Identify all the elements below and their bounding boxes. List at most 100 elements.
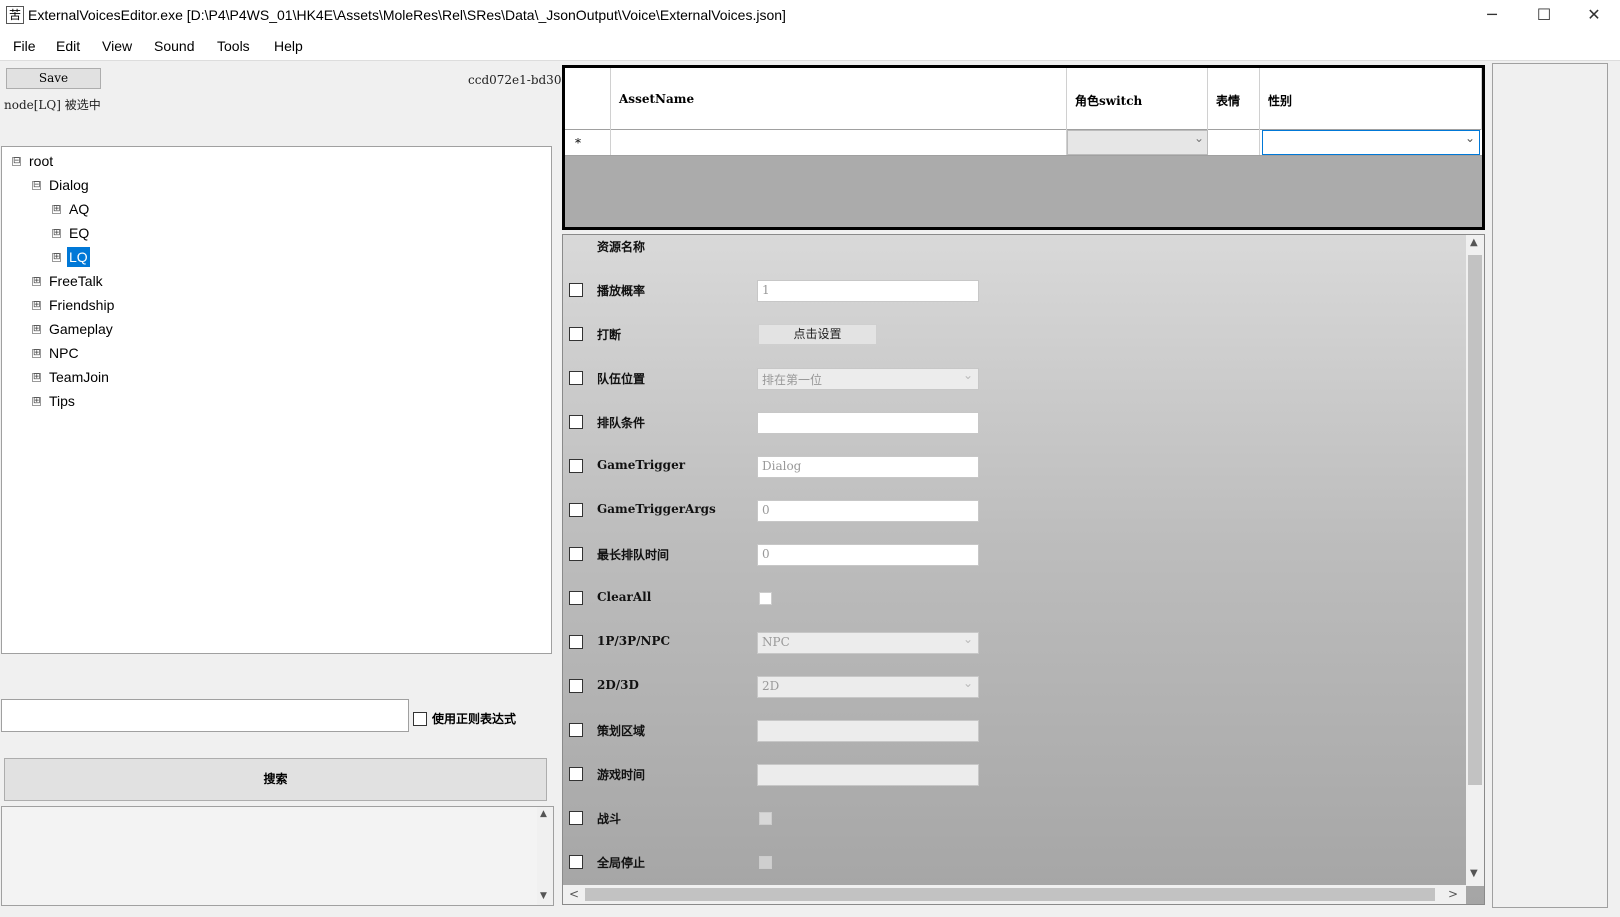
scroll-left-icon[interactable]: < — [569, 887, 579, 901]
tree-label: TeamJoin — [49, 369, 109, 385]
minimize-button[interactable]: ─ — [1466, 0, 1518, 31]
tree-label: AQ — [69, 201, 90, 217]
menu-edit[interactable]: Edit — [56, 38, 80, 54]
grid-header: AssetName 角色switch 表情 性别 — [565, 68, 1482, 130]
select-team-position[interactable]: 排在第一位 — [757, 368, 979, 390]
checkbox-interrupt[interactable] — [569, 327, 583, 341]
menu-help[interactable]: Help — [274, 38, 303, 54]
maximize-button[interactable]: ☐ — [1518, 0, 1570, 31]
horizontal-scroll-thumb[interactable] — [585, 888, 1435, 901]
input-play-probability[interactable]: 1 — [757, 280, 979, 302]
save-button[interactable]: Save — [6, 68, 101, 89]
label-max-queue-time: 最长排队时间 — [597, 548, 670, 562]
chevron-down-icon: ⌄ — [1193, 131, 1204, 145]
label-perspective: 1P/3P/NPC — [597, 634, 671, 648]
input-queue-condition[interactable] — [757, 412, 979, 434]
menu-sound[interactable]: Sound — [154, 38, 194, 54]
input-design-area[interactable] — [757, 720, 979, 742]
search-button[interactable]: 搜索 — [4, 758, 547, 801]
row-header-corner — [565, 68, 611, 130]
new-row-marker: * — [565, 130, 611, 155]
checkbox-combat-enable[interactable] — [569, 811, 583, 825]
expand-icon[interactable]: ⊞ — [32, 325, 41, 334]
select-perspective[interactable]: NPC — [757, 632, 979, 654]
column-header-assetname[interactable]: AssetName — [611, 68, 1067, 130]
label-clearall: ClearAll — [597, 590, 652, 604]
horizontal-scrollbar[interactable]: < > — [563, 885, 1466, 904]
checkbox-game-time[interactable] — [569, 767, 583, 781]
checkbox-max-queue-time[interactable] — [569, 547, 583, 561]
checkbox-global-stop-enable[interactable] — [569, 855, 583, 869]
input-gametrigger[interactable]: Dialog — [757, 456, 979, 478]
collapse-icon[interactable]: ⊟ — [12, 157, 21, 166]
tree-label: EQ — [69, 225, 90, 241]
checkbox-design-area[interactable] — [569, 723, 583, 737]
results-scrollbar[interactable]: ▲ ▼ — [537, 807, 553, 905]
expand-icon[interactable]: ⊞ — [32, 277, 41, 286]
expand-icon[interactable]: ⊞ — [52, 253, 61, 262]
checkbox-gametrigger[interactable] — [569, 459, 583, 473]
gender-dropdown[interactable]: ⌄ — [1262, 130, 1480, 155]
checkbox-play-probability[interactable] — [569, 283, 583, 297]
input-gametriggerargs[interactable]: 0 — [757, 500, 979, 522]
expand-icon[interactable]: ⊞ — [32, 349, 41, 358]
regex-checkbox-label: 使用正则表达式 — [432, 712, 517, 726]
tree-label: Friendship — [49, 297, 115, 313]
vertical-scrollbar[interactable]: ▲ ▼ — [1466, 235, 1484, 886]
checkbox-clearall-enable[interactable] — [569, 591, 583, 605]
scroll-down-icon[interactable]: ▼ — [540, 891, 547, 901]
scroll-up-icon[interactable]: ▲ — [1470, 237, 1478, 248]
expand-icon[interactable]: ⊞ — [52, 229, 61, 238]
expand-icon[interactable]: ⊞ — [32, 301, 41, 310]
label-team-position: 队伍位置 — [597, 372, 646, 386]
combat-checkbox[interactable] — [759, 812, 772, 825]
global-stop-checkbox[interactable] — [759, 856, 772, 869]
tree-label: root — [29, 153, 54, 169]
regex-checkbox[interactable] — [413, 712, 427, 726]
select-dimension[interactable]: 2D — [757, 676, 979, 698]
expand-icon[interactable]: ⊞ — [32, 397, 41, 406]
node-guid: ccd072e1-bd30 — [468, 73, 562, 87]
search-input[interactable] — [1, 699, 409, 732]
tree-label-selected: LQ — [67, 247, 90, 267]
expand-icon[interactable]: ⊞ — [32, 373, 41, 382]
checkbox-team-position[interactable] — [569, 371, 583, 385]
vertical-scroll-thumb[interactable] — [1468, 255, 1482, 785]
checkbox-queue-condition[interactable] — [569, 415, 583, 429]
label-play-probability: 播放概率 — [597, 284, 646, 298]
collapse-icon[interactable]: ⊟ — [32, 181, 41, 190]
interrupt-settings-button[interactable]: 点击设置 — [758, 324, 877, 345]
label-global-stop: 全局停止 — [597, 856, 646, 870]
column-header-expression[interactable]: 表情 — [1208, 68, 1260, 130]
expand-icon[interactable]: ⊞ — [52, 205, 61, 214]
input-max-queue-time[interactable]: 0 — [757, 544, 979, 566]
close-button[interactable]: ✕ — [1568, 0, 1620, 31]
title-bar: 苦 ExternalVoicesEditor.exe [D:\P4\P4WS_0… — [0, 0, 1620, 31]
asset-grid[interactable]: AssetName 角色switch 表情 性别 * ⌄ ⌄ — [562, 65, 1485, 230]
menu-view[interactable]: View — [102, 38, 132, 54]
menu-tools[interactable]: Tools — [217, 38, 250, 54]
label-interrupt: 打断 — [597, 328, 622, 342]
column-header-gender[interactable]: 性别 — [1260, 68, 1482, 130]
expression-cell[interactable] — [1208, 130, 1260, 155]
scroll-right-icon[interactable]: > — [1448, 887, 1458, 901]
right-panel — [1492, 63, 1608, 908]
tree-label: FreeTalk — [49, 273, 103, 289]
role-switch-dropdown[interactable]: ⌄ — [1067, 130, 1208, 155]
label-dimension: 2D/3D — [597, 678, 639, 692]
checkbox-dimension[interactable] — [569, 679, 583, 693]
input-game-time[interactable] — [757, 764, 979, 786]
grid-new-row[interactable]: * ⌄ ⌄ — [565, 130, 1482, 156]
assetname-cell[interactable] — [611, 130, 1067, 155]
scroll-down-icon[interactable]: ▼ — [1470, 868, 1478, 879]
column-header-role-switch[interactable]: 角色switch — [1067, 68, 1208, 130]
clearall-checkbox[interactable] — [759, 592, 772, 605]
tree-label: NPC — [49, 345, 79, 361]
menu-bar: File Edit View Sound Tools Help — [0, 31, 1620, 61]
node-tree[interactable]: ⊟ root ⊟ Dialog ⊞ AQ ⊞ EQ ⊞ LQ ⊞ FreeTal… — [1, 146, 552, 654]
menu-file[interactable]: File — [13, 38, 36, 54]
search-results[interactable]: ▲ ▼ — [1, 806, 554, 906]
checkbox-perspective[interactable] — [569, 635, 583, 649]
scroll-up-icon[interactable]: ▲ — [540, 809, 547, 819]
checkbox-gametriggerargs[interactable] — [569, 503, 583, 517]
